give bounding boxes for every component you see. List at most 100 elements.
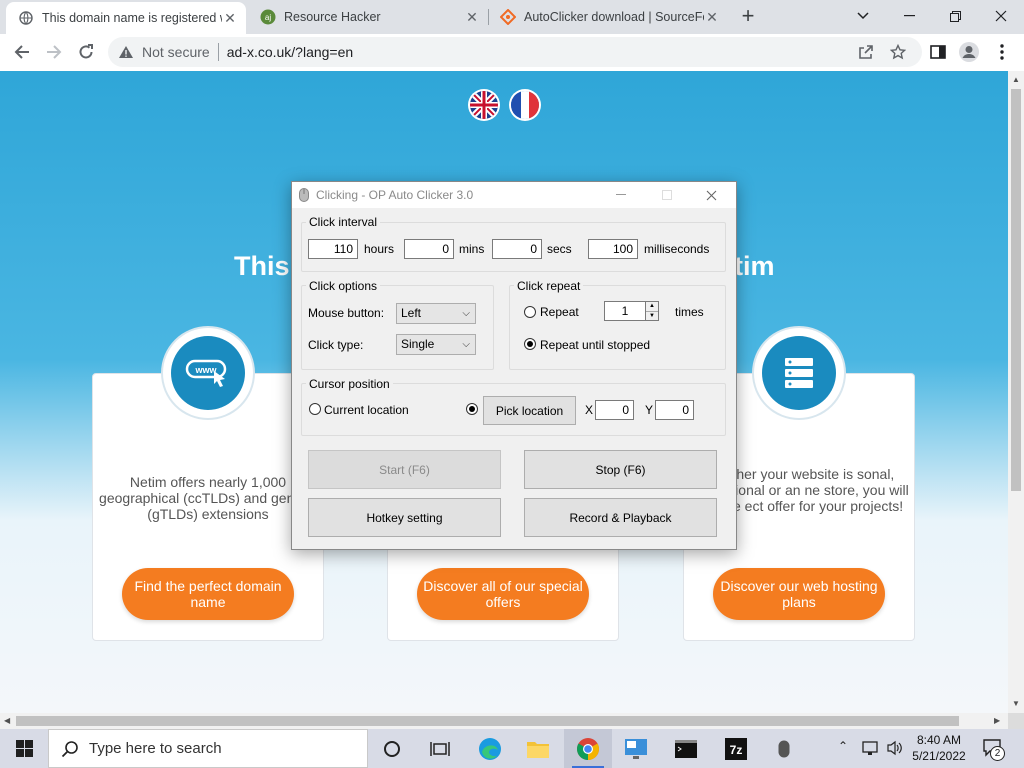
spinner-up-icon[interactable]: ▲: [646, 302, 658, 311]
start-button[interactable]: Start (F6): [308, 450, 501, 489]
taskbar: Type here to search 7z ⌃ 8:40 AM 5/21/20…: [0, 729, 1024, 768]
windows-start-icon[interactable]: [0, 729, 48, 768]
x-input[interactable]: 0: [595, 400, 634, 420]
restore-button[interactable]: [932, 0, 978, 32]
close-tab-icon[interactable]: ✕: [222, 10, 238, 27]
secs-label: secs: [547, 242, 572, 256]
minimize-button[interactable]: [886, 0, 932, 32]
network-icon[interactable]: [862, 740, 880, 759]
address-bar[interactable]: Not secure ad-x.co.uk/?lang=en: [108, 37, 922, 67]
current-location-radio[interactable]: [309, 403, 321, 415]
7zip-icon[interactable]: 7z: [712, 729, 760, 768]
auto-clicker-window: Clicking - OP Auto Clicker 3.0 Click int…: [291, 181, 737, 550]
hours-input[interactable]: 110: [308, 239, 358, 259]
special-offers-button[interactable]: Discover all of our special offers: [417, 568, 589, 620]
side-panel-icon[interactable]: [924, 38, 952, 66]
reload-button[interactable]: [72, 38, 100, 66]
pick-location-radio[interactable]: [466, 403, 478, 415]
repeat-until-stopped-label[interactable]: Repeat until stopped: [540, 338, 650, 352]
french-flag-icon[interactable]: [511, 91, 539, 119]
click-type-select[interactable]: Single ⌵: [396, 334, 476, 355]
horizontal-scrollbar[interactable]: ◀ ▶: [0, 713, 1008, 729]
repeat-count-spinner[interactable]: ▲ ▼: [645, 301, 659, 321]
scroll-up-arrow-icon[interactable]: ▲: [1012, 75, 1020, 84]
horizontal-scroll-thumb[interactable]: [16, 716, 959, 726]
repeat-count-input[interactable]: 1: [604, 301, 646, 321]
repeat-label[interactable]: Repeat: [540, 305, 579, 319]
milliseconds-label: milliseconds: [644, 242, 710, 256]
tab-autoclicker-download[interactable]: AutoClicker download | SourceFo ✕: [488, 0, 728, 34]
y-input[interactable]: 0: [655, 400, 694, 420]
scroll-down-arrow-icon[interactable]: ▼: [1012, 699, 1020, 708]
notifications-icon[interactable]: 2: [982, 737, 1005, 762]
bookmark-star-icon[interactable]: [884, 38, 912, 66]
hours-label: hours: [364, 242, 395, 256]
scrollbar-corner: [1008, 713, 1024, 729]
secs-input[interactable]: 0: [492, 239, 542, 259]
tab-domain-registered[interactable]: This domain name is registered w ✕: [6, 2, 246, 34]
click-type-value: Single: [401, 337, 435, 351]
menu-kebab-icon[interactable]: [988, 38, 1016, 66]
scroll-left-arrow-icon[interactable]: ◀: [4, 716, 10, 725]
mouse-button-label: Mouse button:: [308, 306, 385, 320]
page-heading-right: tim: [734, 251, 775, 281]
record-playback-button[interactable]: Record & Playback: [524, 498, 717, 537]
chrome-icon[interactable]: [564, 729, 612, 768]
sourceforge-icon: [500, 9, 516, 25]
dialog-minimize-button[interactable]: [610, 182, 632, 208]
dialog-titlebar[interactable]: Clicking - OP Auto Clicker 3.0: [292, 182, 736, 208]
hotkey-setting-button[interactable]: Hotkey setting: [308, 498, 501, 537]
close-window-button[interactable]: [978, 0, 1024, 32]
edge-icon[interactable]: [466, 729, 514, 768]
forward-button[interactable]: [40, 38, 68, 66]
uk-flag-icon[interactable]: [470, 91, 498, 119]
mouse-button-select[interactable]: Left ⌵: [396, 303, 476, 324]
file-explorer-icon[interactable]: [514, 729, 562, 768]
stop-button[interactable]: Stop (F6): [524, 450, 717, 489]
mouse-icon: [299, 188, 309, 205]
tab-resource-hacker[interactable]: aj Resource Hacker ✕: [248, 0, 488, 34]
vertical-scrollbar[interactable]: ▲ ▼: [1008, 71, 1024, 713]
url-text[interactable]: ad-x.co.uk/?lang=en: [227, 44, 353, 60]
taskbar-search-box[interactable]: Type here to search: [48, 729, 368, 768]
spinner-down-icon[interactable]: ▼: [646, 311, 658, 321]
cortana-icon[interactable]: [368, 729, 416, 768]
command-prompt-icon[interactable]: [662, 729, 710, 768]
share-icon[interactable]: [852, 38, 880, 66]
www-icon: www: [163, 328, 253, 418]
chevron-down-icon: ⌵: [462, 339, 470, 350]
mins-input[interactable]: 0: [404, 239, 454, 259]
back-button[interactable]: [8, 38, 36, 66]
control-panel-icon[interactable]: [612, 729, 660, 768]
web-hosting-button[interactable]: Discover our web hosting plans: [713, 568, 885, 620]
clock-date: 5/21/2022: [912, 749, 966, 763]
scroll-right-arrow-icon[interactable]: ▶: [994, 716, 1000, 725]
close-tab-icon[interactable]: ✕: [464, 9, 480, 26]
cursor-position-label: Cursor position: [306, 377, 393, 391]
globe-icon: [18, 10, 34, 26]
milliseconds-input[interactable]: 100: [588, 239, 638, 259]
dialog-close-button[interactable]: [700, 182, 722, 208]
clock[interactable]: 8:40 AM 5/21/2022: [908, 732, 970, 764]
repeat-radio[interactable]: [524, 306, 536, 318]
find-domain-button[interactable]: Find the perfect domain name: [122, 568, 294, 620]
dialog-title: Clicking - OP Auto Clicker 3.0: [316, 188, 474, 202]
show-hidden-icons-chevron-icon[interactable]: ⌃: [838, 739, 848, 753]
vertical-scroll-thumb[interactable]: [1011, 89, 1021, 491]
security-label[interactable]: Not secure: [142, 44, 210, 60]
volume-icon[interactable]: [886, 740, 904, 759]
close-tab-icon[interactable]: ✕: [704, 9, 720, 26]
task-view-icon[interactable]: [416, 729, 464, 768]
mins-label: mins: [459, 242, 485, 256]
tab-search-icon[interactable]: [840, 0, 886, 32]
new-tab-button[interactable]: +: [736, 4, 760, 28]
profile-avatar[interactable]: [955, 38, 983, 66]
server-icon: [754, 328, 844, 418]
click-options-label: Click options: [306, 279, 381, 293]
repeat-until-stopped-radio[interactable]: [524, 338, 536, 350]
dialog-maximize-button[interactable]: [656, 182, 678, 208]
pick-location-button[interactable]: Pick location: [483, 396, 576, 425]
current-location-label[interactable]: Current location: [324, 403, 409, 417]
auto-clicker-taskbar-icon[interactable]: [760, 729, 808, 768]
warning-icon[interactable]: [118, 45, 136, 59]
